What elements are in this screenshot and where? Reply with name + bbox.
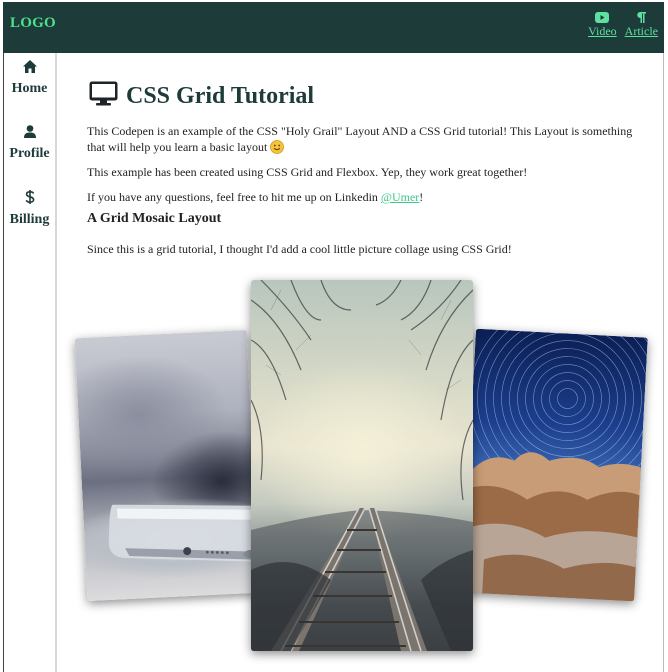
mosaic-subheading: A Grid Mosaic Layout [87, 211, 222, 226]
nav-video-link[interactable]: Video [588, 12, 617, 39]
sidebar-item-profile[interactable]: Profile [4, 125, 55, 162]
top-navbar: LOGO Video Article [3, 2, 664, 53]
sidebar: Home Profile Billing [4, 53, 55, 672]
gallery-image-star-trails [462, 328, 648, 602]
gallery-image-phone [74, 329, 260, 602]
sidebar-item-label: Billing [9, 212, 50, 227]
contact-paragraph: If you have any questions, feel free to … [87, 189, 642, 205]
paragraph-icon [636, 12, 647, 24]
mosaic-paragraph: Since this is a grid tutorial, I thought… [87, 242, 512, 256]
nav-video-label: Video [588, 24, 617, 38]
logo[interactable]: LOGO [10, 15, 56, 32]
dollar-icon [25, 190, 35, 209]
flexbox-paragraph: This example has been created using CSS … [87, 165, 528, 179]
home-icon [22, 60, 37, 78]
contact-suffix: ! [419, 190, 424, 204]
nav-article-label: Article [624, 24, 658, 38]
nav-article-link[interactable]: Article [625, 12, 658, 39]
top-nav: Video Article [588, 12, 658, 39]
gallery-image-forest-railway [251, 280, 473, 651]
sidebar-item-home[interactable]: Home [4, 60, 55, 97]
contact-text: If you have any questions, feel free to … [87, 190, 381, 204]
monitor-icon [89, 81, 118, 111]
youtube-icon [595, 12, 610, 24]
sidebar-item-billing[interactable]: Billing [4, 190, 55, 228]
intro-text: This Codepen is an example of the CSS "H… [87, 124, 633, 154]
page-title-row: CSS Grid Tutorial [89, 81, 314, 111]
sidebar-item-label: Home [11, 81, 48, 96]
sidebar-item-label: Profile [9, 146, 50, 161]
page-title: CSS Grid Tutorial [126, 82, 315, 109]
user-icon [23, 125, 36, 143]
smiley-emoji-icon [270, 140, 285, 154]
linkedin-link[interactable]: @Umer [381, 190, 419, 204]
intro-paragraph: This Codepen is an example of the CSS "H… [87, 123, 642, 155]
sidebar-divider [55, 53, 57, 672]
